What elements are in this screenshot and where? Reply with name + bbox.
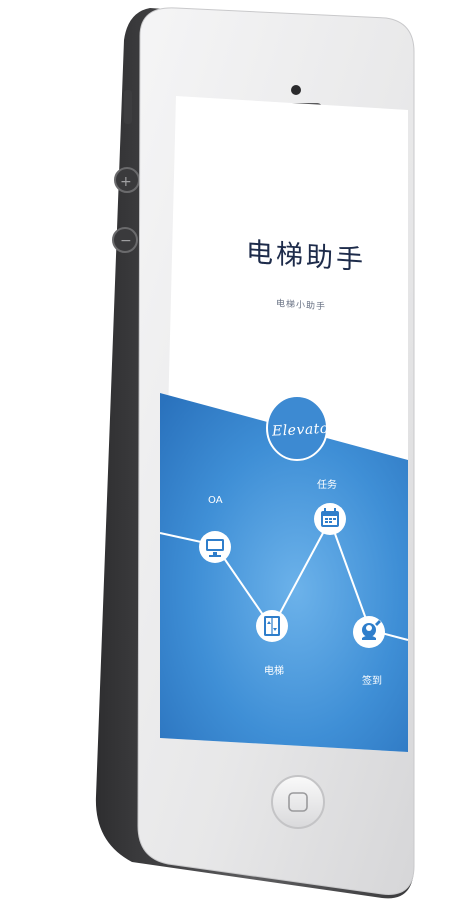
svg-text:+: +	[120, 174, 132, 190]
phone-device: + −	[95, 7, 415, 899]
task-label: 任务	[317, 480, 337, 491]
mute-switch	[124, 90, 132, 124]
checkin-label: 签到	[362, 676, 382, 687]
home-button-hit[interactable]	[270, 773, 326, 829]
checkin-button[interactable]	[352, 615, 386, 649]
oa-label: OA	[208, 495, 223, 506]
oa-button[interactable]	[198, 530, 232, 564]
phone-mockup: + − 电梯助手 电梯小助手 Elevator OA 电梯 任务 签到	[0, 0, 467, 905]
front-camera	[291, 85, 301, 95]
task-button[interactable]	[313, 502, 347, 536]
elevator-badge-label: Elevator	[271, 420, 337, 440]
svg-text:−: −	[120, 233, 132, 249]
app-title: 电梯助手	[246, 237, 366, 277]
elevator-label: 电梯	[264, 666, 284, 677]
elevator-button[interactable]	[255, 609, 289, 643]
